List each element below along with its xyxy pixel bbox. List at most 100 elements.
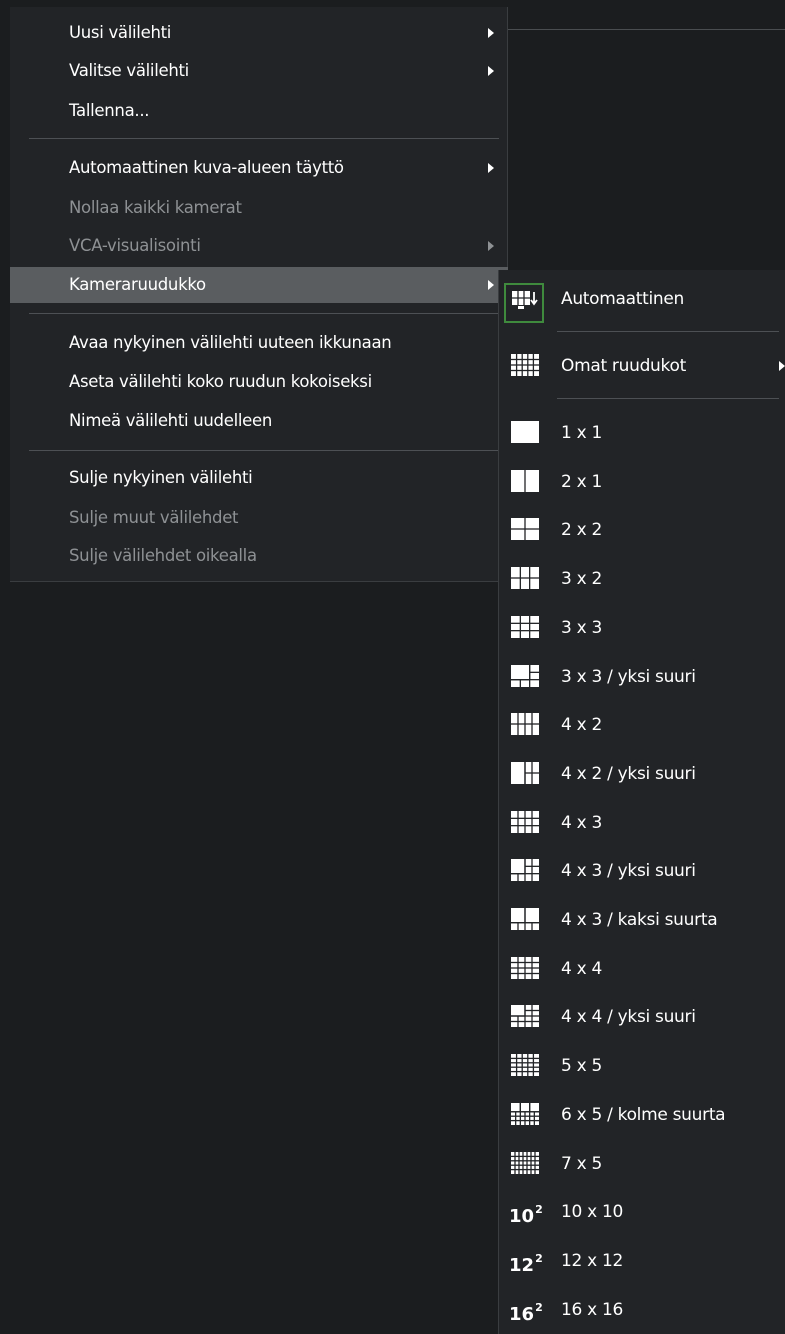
- submenu-arrow-icon: [488, 241, 494, 251]
- grid-option-grid-16x16[interactable]: 162 16 x 16: [499, 1286, 785, 1334]
- grid-option-label: 4 x 2 / yksi suuri: [561, 763, 696, 784]
- menu-item-label: Tallenna...: [69, 101, 150, 120]
- menu-item-tallenna[interactable]: Tallenna...: [10, 93, 508, 129]
- grid-option-grid-4x4[interactable]: 4 x 4: [499, 945, 785, 993]
- menu-item-nollaa-kaikki-kamerat[interactable]: Nollaa kaikki kamerat: [10, 190, 508, 226]
- menu-item-label: Automaattinen kuva-alueen täyttö: [69, 158, 344, 177]
- icon-base-text: 10: [509, 1206, 535, 1228]
- grid-option-grid-7x5[interactable]: 7 x 5: [499, 1140, 785, 1188]
- menu-item-label: Aseta välilehti koko ruudun kokoiseksi: [69, 372, 372, 391]
- grid-option-grid-12x12[interactable]: 122 12 x 12: [499, 1237, 785, 1285]
- grid-option-grid-10x10[interactable]: 102 10 x 10: [499, 1188, 785, 1236]
- grid-10x10-icon: 102: [509, 1198, 543, 1229]
- menu-item-label: Avaa nykyinen välilehti uuteen ikkunaan: [69, 333, 392, 352]
- grid-option-label: 2 x 1: [561, 471, 603, 492]
- grid-option-grid-3x3[interactable]: 3 x 3: [499, 604, 785, 652]
- grid-4x2-icon: [511, 713, 539, 736]
- grid-option-grid-3x3-one-large[interactable]: 3 x 3 / yksi suuri: [499, 653, 785, 701]
- grid-3x2-icon: [511, 567, 539, 590]
- submenu-separator: [557, 331, 779, 332]
- menu-item-sulje-nykyinen-valilehti[interactable]: Sulje nykyinen välilehti: [10, 460, 508, 496]
- grid-4x3-icon: [511, 810, 539, 833]
- custom-grid-icon: [511, 354, 539, 376]
- menu-item-label: Nimeä välilehti uudelleen: [69, 411, 273, 430]
- grid-3x3-one-large-icon: [511, 664, 539, 687]
- grid-option-grid-4x3-one-large[interactable]: 4 x 3 / yksi suuri: [499, 847, 785, 895]
- grid-option-grid-4x2[interactable]: 4 x 2: [499, 701, 785, 749]
- grid-option-grid-2x1[interactable]: 2 x 1: [499, 458, 785, 506]
- grid-2x1-icon: [511, 469, 539, 492]
- submenu-arrow-icon: [779, 361, 785, 371]
- grid-option-label: 3 x 2: [561, 569, 603, 590]
- grid-option-label: 12 x 12: [561, 1250, 624, 1271]
- grid-option-label: 10 x 10: [561, 1202, 624, 1223]
- menu-item-nimea-valilehti-uudelleen[interactable]: Nimeä välilehti uudelleen: [10, 403, 508, 439]
- menu-item-aseta-valilehti-koko-ruudun-kokoiseksi[interactable]: Aseta välilehti koko ruudun kokoiseksi: [10, 364, 508, 400]
- grid-option-label: 3 x 3: [561, 617, 603, 638]
- grid-option-label: 4 x 4: [561, 958, 603, 979]
- menu-item-kameraruudukko[interactable]: Kameraruudukko: [10, 267, 508, 303]
- grid-16x16-icon: 162: [509, 1296, 543, 1327]
- window-edge-line: [508, 29, 785, 30]
- grid-6x5-three-large-icon: [511, 1102, 539, 1125]
- menu-separator: [29, 313, 499, 314]
- menu-item-uusi-valilehti[interactable]: Uusi välilehti: [10, 15, 508, 51]
- menu-item-sulje-muut-valilehdet[interactable]: Sulje muut välilehdet: [10, 500, 508, 536]
- grid-option-grid-5x5[interactable]: 5 x 5: [499, 1042, 785, 1090]
- grid-option-label: 1 x 1: [561, 423, 603, 443]
- grid-option-label: 2 x 2: [561, 520, 603, 541]
- menu-item-label: Sulje nykyinen välilehti: [69, 468, 253, 487]
- grid-option-grid-4x2-one-large[interactable]: 4 x 2 / yksi suuri: [499, 750, 785, 798]
- menu-item-label: Uusi välilehti: [69, 23, 172, 42]
- menu-item-valitse-valilehti[interactable]: Valitse välilehti: [10, 53, 508, 89]
- grid-option-grid-4x3[interactable]: 4 x 3: [499, 799, 785, 847]
- grid-option-label: 4 x 3 / kaksi suurta: [561, 910, 718, 930]
- grid-4x2-one-large-icon: [511, 761, 539, 784]
- grid-4x3-one-large-icon: [511, 859, 539, 882]
- grid-4x4-one-large-icon: [511, 1005, 539, 1028]
- grid-4x3-two-large-icon: [511, 908, 539, 930]
- menu-item-label: Sulje muut välilehdet: [69, 508, 239, 527]
- grid-option-grid-1x1[interactable]: 1 x 1: [499, 409, 785, 457]
- menu-item-label: Kameraruudukko: [69, 275, 206, 294]
- menu-separator: [29, 138, 499, 139]
- icon-base-text: 12: [509, 1254, 535, 1276]
- menu-item-label: Nollaa kaikki kamerat: [69, 198, 242, 217]
- submenu-arrow-icon: [488, 28, 494, 38]
- submenu-arrow-icon: [488, 280, 494, 290]
- icon-exponent-text: 2: [535, 1300, 543, 1314]
- menu-item-sulje-valilehdet-oikealla[interactable]: Sulje välilehdet oikealla: [10, 538, 508, 574]
- submenu-arrow-icon: [488, 66, 494, 76]
- grid-option-label: 4 x 4 / yksi suuri: [561, 1007, 696, 1028]
- grid-3x3-icon: [511, 615, 539, 638]
- menu-item-label: Valitse välilehti: [69, 61, 189, 80]
- grid-1x1-icon: [511, 421, 539, 443]
- grid-4x4-icon: [511, 956, 539, 979]
- menu-item-automaattinen-kuva-alueen-taytto[interactable]: Automaattinen kuva-alueen täyttö: [10, 150, 508, 186]
- menu-item-avaa-nykyinen-valilehti-uuteen-ikkunaan[interactable]: Avaa nykyinen välilehti uuteen ikkunaan: [10, 325, 508, 361]
- grid-option-auto-grid[interactable]: Automaattinen: [499, 275, 785, 323]
- menu-item-vca-visualisointi[interactable]: VCA-visualisointi: [10, 228, 508, 264]
- grid-option-label: 16 x 16: [561, 1299, 624, 1320]
- grid-option-label: 4 x 2: [561, 715, 603, 736]
- grid-option-label: 4 x 3 / yksi suuri: [561, 861, 696, 882]
- grid-option-label: 5 x 5: [561, 1056, 603, 1077]
- grid-5x5-icon: [511, 1054, 539, 1077]
- grid-option-label: 7 x 5: [561, 1153, 603, 1174]
- menu-item-label: Sulje välilehdet oikealla: [69, 546, 257, 565]
- grid-option-label: Automaattinen: [561, 289, 685, 309]
- grid-option-grid-3x2[interactable]: 3 x 2: [499, 555, 785, 603]
- grid-7x5-icon: [511, 1151, 539, 1174]
- menu-separator: [29, 450, 499, 451]
- grid-option-custom-grid[interactable]: Omat ruudukot: [499, 342, 785, 390]
- grid-12x12-icon: 122: [509, 1247, 543, 1278]
- grid-option-label: 4 x 3: [561, 812, 603, 833]
- icon-exponent-text: 2: [535, 1203, 543, 1217]
- menu-item-label: VCA-visualisointi: [69, 236, 201, 255]
- grid-option-grid-2x2[interactable]: 2 x 2: [499, 506, 785, 554]
- grid-option-grid-4x4-one-large[interactable]: 4 x 4 / yksi suuri: [499, 993, 785, 1041]
- grid-option-grid-4x3-two-large[interactable]: 4 x 3 / kaksi suurta: [499, 896, 785, 944]
- submenu-separator: [557, 398, 779, 399]
- submenu-arrow-icon: [488, 163, 494, 173]
- grid-option-grid-6x5-three-large[interactable]: 6 x 5 / kolme suurta: [499, 1091, 785, 1139]
